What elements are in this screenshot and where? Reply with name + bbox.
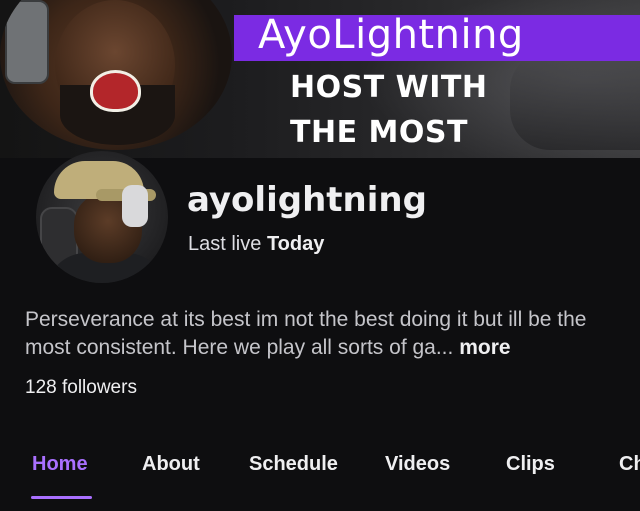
followers-count[interactable]: 128 followers (25, 377, 137, 399)
channel-bio: Perseverance at its best im not the best… (25, 306, 625, 362)
banner-channel-name: AyoLightning (258, 12, 524, 58)
followers-number: 128 (25, 377, 57, 398)
banner-tagline-line2: THE MOST (290, 115, 468, 150)
banner-tagline-line1: HOST WITH (290, 70, 488, 105)
tab-about[interactable]: About (142, 453, 200, 476)
tab-home[interactable]: Home (32, 453, 88, 476)
mouth-graphic (90, 70, 141, 112)
tab-videos[interactable]: Videos (385, 453, 450, 476)
last-live-value: Today (266, 233, 325, 255)
last-live-status: Last live Today (188, 233, 324, 256)
tab-chat[interactable]: Ch (619, 453, 640, 476)
profile-avatar[interactable] (36, 151, 168, 283)
banner-streamer-photo (0, 0, 232, 150)
tab-clips[interactable]: Clips (506, 453, 555, 476)
active-tab-indicator (31, 496, 92, 499)
bio-more-link[interactable]: more (459, 336, 510, 359)
channel-tabs: Home About Schedule Videos Clips Ch (0, 440, 640, 511)
channel-banner: AyoLightning HOST WITH THE MOST (0, 0, 640, 158)
headphones-graphic (122, 185, 148, 227)
headphones-graphic (5, 0, 49, 84)
tab-schedule[interactable]: Schedule (249, 453, 338, 476)
followers-label: followers (61, 377, 137, 398)
banner-microphone-image (510, 50, 640, 150)
last-live-label: Last live (188, 233, 262, 255)
channel-username: ayolightning (187, 180, 427, 220)
